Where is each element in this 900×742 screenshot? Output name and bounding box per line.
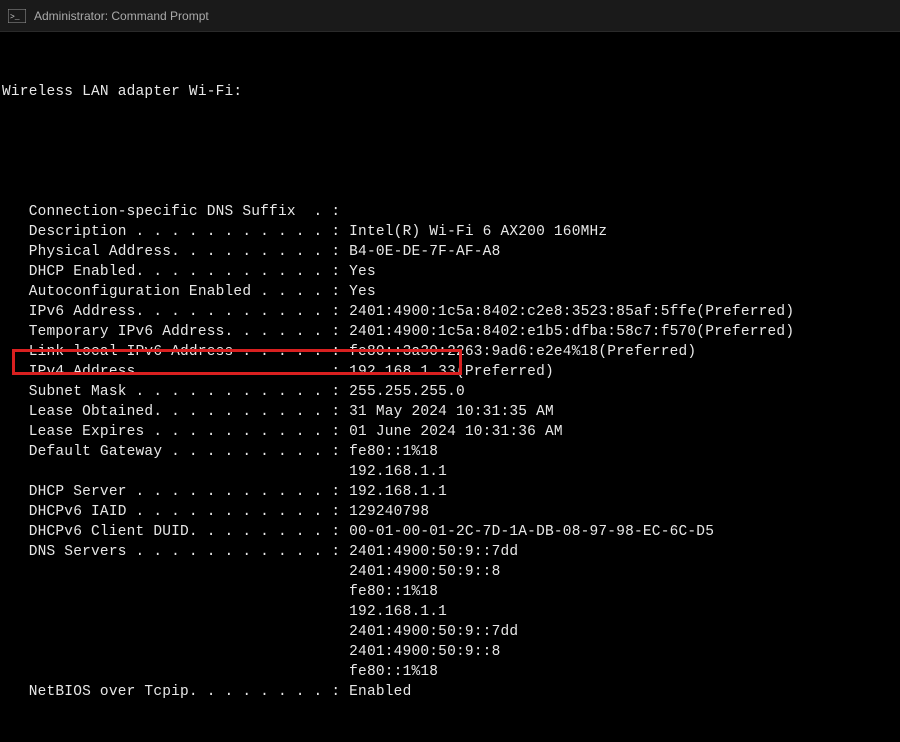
adapter-header: Wireless LAN adapter Wi-Fi: — [2, 82, 900, 102]
terminal-line: 2401:4900:50:9::8 — [2, 642, 900, 662]
terminal-line: Subnet Mask . . . . . . . . . . . : 255.… — [2, 382, 900, 402]
terminal-line: fe80::1%18 — [2, 582, 900, 602]
terminal-line: DNS Servers . . . . . . . . . . . : 2401… — [2, 542, 900, 562]
terminal-line: IPv6 Address. . . . . . . . . . . : 2401… — [2, 302, 900, 322]
terminal-line: Temporary IPv6 Address. . . . . . : 2401… — [2, 322, 900, 342]
terminal-output[interactable]: Wireless LAN adapter Wi-Fi: Connection-s… — [0, 32, 900, 742]
window-title: Administrator: Command Prompt — [34, 9, 209, 23]
cmd-icon: >_ — [8, 9, 26, 23]
terminal-line: Default Gateway . . . . . . . . . : fe80… — [2, 442, 900, 462]
terminal-line: IPv4 Address. . . . . . . . . . . : 192.… — [2, 362, 900, 382]
terminal-line: fe80::1%18 — [2, 662, 900, 682]
titlebar: >_ Administrator: Command Prompt — [0, 0, 900, 32]
terminal-line: Link-local IPv6 Address . . . . . : fe80… — [2, 342, 900, 362]
terminal-line: Lease Expires . . . . . . . . . . : 01 J… — [2, 422, 900, 442]
blank-line — [2, 142, 900, 162]
terminal-line: 192.168.1.1 — [2, 602, 900, 622]
terminal-container: Wireless LAN adapter Wi-Fi: Connection-s… — [0, 32, 900, 742]
terminal-line: Description . . . . . . . . . . . : Inte… — [2, 222, 900, 242]
terminal-line: 2401:4900:50:9::7dd — [2, 622, 900, 642]
terminal-line: DHCP Enabled. . . . . . . . . . . : Yes — [2, 262, 900, 282]
terminal-line: DHCP Server . . . . . . . . . . . : 192.… — [2, 482, 900, 502]
terminal-line: 192.168.1.1 — [2, 462, 900, 482]
terminal-line: Autoconfiguration Enabled . . . . : Yes — [2, 282, 900, 302]
svg-text:>_: >_ — [10, 13, 20, 22]
terminal-line: Connection-specific DNS Suffix . : — [2, 202, 900, 222]
terminal-line: 2401:4900:50:9::8 — [2, 562, 900, 582]
terminal-line: NetBIOS over Tcpip. . . . . . . . : Enab… — [2, 682, 900, 702]
terminal-line: Lease Obtained. . . . . . . . . . : 31 M… — [2, 402, 900, 422]
terminal-line: Physical Address. . . . . . . . . : B4-0… — [2, 242, 900, 262]
terminal-line: DHCPv6 Client DUID. . . . . . . . : 00-0… — [2, 522, 900, 542]
terminal-line: DHCPv6 IAID . . . . . . . . . . . : 1292… — [2, 502, 900, 522]
